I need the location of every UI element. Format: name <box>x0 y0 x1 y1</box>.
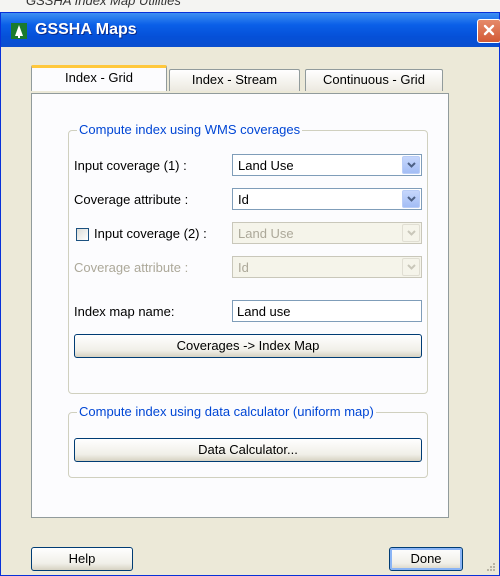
coverage-attribute-1-label: Coverage attribute : <box>74 192 189 207</box>
help-button[interactable]: Help <box>31 547 133 571</box>
tab-panel-index-grid: Compute index using WMS coverages Input … <box>31 93 449 518</box>
chevron-down-icon[interactable] <box>402 258 420 276</box>
background-caption-text: GSSHA Index Map Utilities <box>26 0 181 8</box>
coverages-to-index-map-button[interactable]: Coverages -> Index Map <box>74 334 422 358</box>
close-button[interactable] <box>477 19 500 43</box>
tab-index-grid-label: Index - Grid <box>65 70 133 85</box>
coverages-to-index-map-label: Coverages -> Index Map <box>176 338 320 353</box>
close-icon <box>483 24 495 36</box>
tab-index-grid[interactable]: Index - Grid <box>31 65 167 91</box>
coverage-attribute-1-value: Id <box>238 192 249 207</box>
resize-grip-icon[interactable] <box>485 561 495 571</box>
chevron-down-icon[interactable] <box>402 190 420 208</box>
coverage-attribute-2-label: Coverage attribute : <box>74 260 189 275</box>
data-calculator-label: Data Calculator... <box>198 442 298 457</box>
help-label: Help <box>68 551 96 566</box>
input-coverage-2-checkbox[interactable] <box>76 228 89 241</box>
input-coverage-1-select[interactable]: Land Use <box>232 154 422 176</box>
coverage-attribute-1-select[interactable]: Id <box>232 188 422 210</box>
coverage-attribute-2-select[interactable]: Id <box>232 256 422 278</box>
data-calculator-group-label: Compute index using data calculator (uni… <box>77 404 376 419</box>
data-calculator-button[interactable]: Data Calculator... <box>74 438 422 462</box>
index-map-name-label: Index map name: <box>74 304 175 319</box>
input-coverage-1-label: Input coverage (1) : <box>74 158 187 173</box>
app-tree-icon <box>11 23 27 39</box>
tab-continuous-grid[interactable]: Continuous - Grid <box>305 69 443 91</box>
index-map-name-input[interactable]: Land use <box>232 300 422 322</box>
done-button[interactable]: Done <box>389 547 463 571</box>
input-coverage-2-label: Input coverage (2) : <box>94 226 207 241</box>
input-coverage-1-value: Land Use <box>238 158 294 173</box>
background-caption: GSSHA Index Map Utilities <box>0 0 500 12</box>
tab-continuous-grid-label: Continuous - Grid <box>323 72 425 87</box>
chevron-down-icon[interactable] <box>402 156 420 174</box>
done-label: Done <box>410 551 442 566</box>
input-coverage-2-select[interactable]: Land Use <box>232 222 422 244</box>
title-bar[interactable]: GSSHA Maps <box>1 13 500 47</box>
index-map-name-value: Land use <box>237 304 291 319</box>
tab-index-stream-label: Index - Stream <box>191 72 278 87</box>
coverage-attribute-2-value: Id <box>238 260 249 275</box>
input-coverage-2-value: Land Use <box>238 226 294 241</box>
tab-index-stream[interactable]: Index - Stream <box>169 69 300 91</box>
wms-coverages-group-label: Compute index using WMS coverages <box>77 122 303 137</box>
window-title: GSSHA Maps <box>35 21 137 38</box>
chevron-down-icon[interactable] <box>402 224 420 242</box>
gssha-maps-dialog: GSSHA Maps Index - Stream Continuous - G… <box>0 12 500 576</box>
